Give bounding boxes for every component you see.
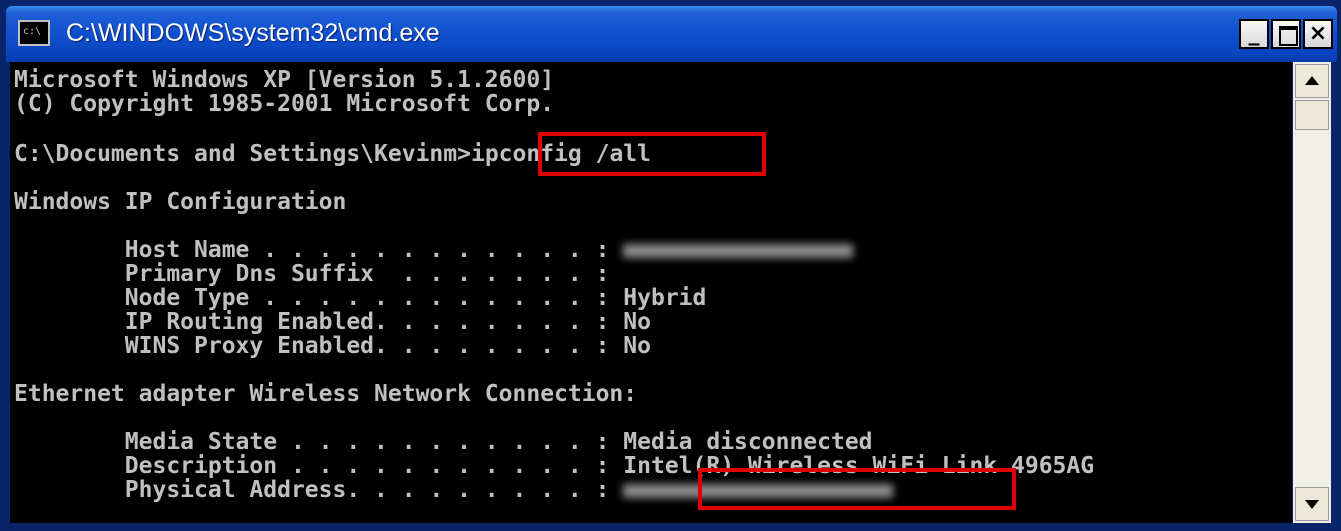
arrow-down-icon bbox=[1305, 500, 1319, 509]
config-label: Media State . . . . . . . . . . . : bbox=[14, 429, 624, 455]
command-highlight-box bbox=[538, 132, 766, 176]
console-icon[interactable]: c:\ bbox=[18, 20, 50, 46]
config-row: Primary Dns Suffix . . . . . . . : bbox=[14, 262, 623, 286]
maximize-icon bbox=[1279, 26, 1298, 46]
title-bar[interactable]: c:\ C:\WINDOWS\system32\cmd.exe _ × bbox=[6, 6, 1337, 62]
config-label: Node Type . . . . . . . . . . . . : bbox=[14, 285, 624, 311]
config-label: Physical Address. . . . . . . . . : bbox=[14, 477, 624, 503]
console-line: (C) Copyright 1985-2001 Microsoft Corp. bbox=[14, 91, 555, 117]
window-title: C:\WINDOWS\system32\cmd.exe bbox=[66, 19, 440, 47]
config-row: Node Type . . . . . . . . . . . . : Hybr… bbox=[14, 285, 707, 311]
arrow-up-icon bbox=[1305, 76, 1319, 85]
address-highlight-box bbox=[698, 468, 1016, 510]
config-value: No bbox=[623, 333, 651, 359]
section-title: Windows IP Configuration bbox=[14, 189, 347, 215]
config-label: Description . . . . . . . . . . . : bbox=[14, 453, 624, 479]
maximize-button[interactable] bbox=[1271, 19, 1301, 49]
scroll-thumb[interactable] bbox=[1295, 100, 1329, 130]
cmd-window: c:\ C:\WINDOWS\system32\cmd.exe _ × Micr… bbox=[0, 0, 1341, 531]
config-row: Host Name . . . . . . . . . . . . : bbox=[14, 237, 854, 263]
config-label: Host Name . . . . . . . . . . . . : bbox=[14, 237, 624, 263]
console-line: Microsoft Windows XP [Version 5.1.2600] bbox=[14, 67, 555, 93]
config-row: Media State . . . . . . . . . . . : Medi… bbox=[14, 430, 873, 454]
config-row: WINS Proxy Enabled. . . . . . . . : No bbox=[14, 334, 651, 358]
config-row: IP Routing Enabled. . . . . . . . : No bbox=[14, 310, 651, 334]
config-label: Primary Dns Suffix . . . . . . . : bbox=[14, 261, 624, 287]
config-value: No bbox=[623, 309, 651, 335]
config-label: WINS Proxy Enabled. . . . . . . . : bbox=[14, 333, 624, 359]
prompt: C:\Documents and Settings\Kevinm> bbox=[14, 141, 471, 167]
redacted-host-name bbox=[623, 243, 854, 258]
scroll-up-button[interactable] bbox=[1295, 64, 1329, 98]
minimize-button[interactable]: _ bbox=[1239, 19, 1269, 49]
close-button[interactable]: × bbox=[1303, 19, 1333, 49]
vertical-scrollbar[interactable] bbox=[1293, 62, 1331, 523]
config-value: Media disconnected bbox=[623, 429, 873, 455]
section-title: Ethernet adapter Wireless Network Connec… bbox=[14, 381, 638, 407]
console-output[interactable]: Microsoft Windows XP [Version 5.1.2600] … bbox=[10, 62, 1292, 523]
config-value: Hybrid bbox=[623, 285, 707, 311]
scroll-down-button[interactable] bbox=[1295, 487, 1329, 521]
config-label: IP Routing Enabled. . . . . . . . : bbox=[14, 309, 624, 335]
